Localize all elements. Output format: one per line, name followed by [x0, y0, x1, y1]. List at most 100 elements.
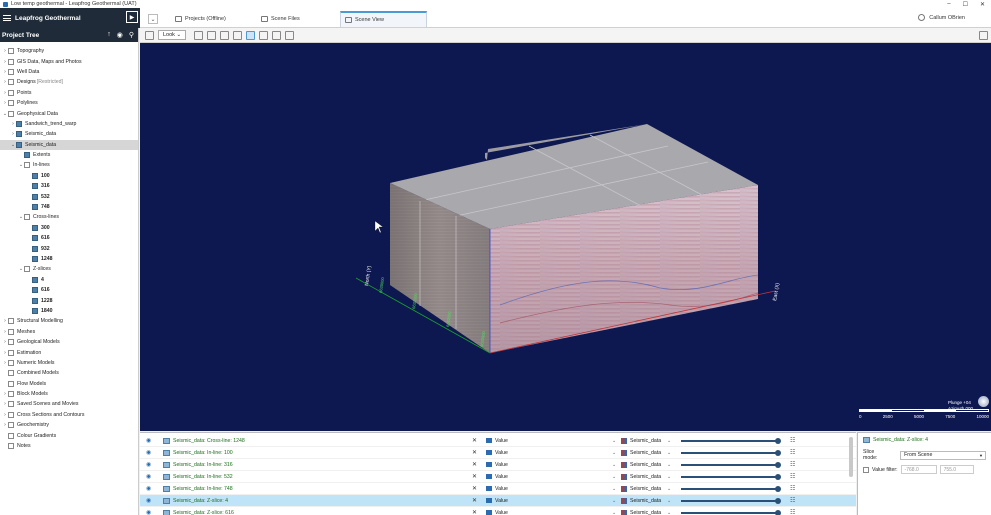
colourmap-select[interactable]: Seismic_data [621, 485, 661, 492]
tree-item[interactable]: › Meshes [0, 327, 138, 337]
slider-handle[interactable] [775, 498, 781, 504]
eye-icon[interactable]: ◉ [146, 497, 151, 504]
slice-mode-select[interactable]: From Scene ▼ [900, 450, 986, 460]
grid-settings-icon[interactable]: ☷ [790, 485, 795, 492]
compass-icon[interactable] [978, 396, 989, 407]
value-filter-checkbox[interactable] [863, 466, 869, 473]
colourmap-select[interactable]: Seismic_data [621, 449, 661, 456]
tree-item[interactable]: 532 [0, 191, 138, 201]
tree-item[interactable]: Notes [0, 441, 138, 451]
slider-handle[interactable] [775, 510, 781, 515]
pause-icon[interactable]: ◉ [117, 31, 123, 39]
property-select[interactable]: Value [486, 450, 508, 456]
chevron-down-icon[interactable]: ⌄ [612, 498, 616, 504]
chevron-down-icon[interactable]: ⌄ [667, 450, 671, 456]
chevron-down-icon[interactable]: ⌄ [667, 510, 671, 515]
slider-handle[interactable] [775, 462, 781, 468]
property-select[interactable]: Value [486, 462, 508, 468]
tree-item[interactable]: › Polylines [0, 98, 138, 108]
tree-item[interactable]: Colour Gradients [0, 430, 138, 440]
eye-icon[interactable]: ◉ [146, 437, 151, 444]
property-select[interactable]: Value [486, 510, 508, 515]
tab-projects[interactable]: Projects (Offline) [172, 11, 264, 27]
colourmap-select[interactable]: Seismic_data [621, 473, 661, 480]
tree-item[interactable]: 100 [0, 171, 138, 181]
chevron-down-icon[interactable]: ⌄ [612, 450, 616, 456]
tree-item[interactable]: › Geological Models [0, 337, 138, 347]
eye-icon[interactable]: ◉ [146, 449, 151, 456]
chevron-down-icon[interactable]: ⌄ [667, 438, 671, 444]
search-icon[interactable]: ⚲ [129, 31, 134, 39]
tree-item[interactable]: › Saved Scenes and Movies [0, 399, 138, 409]
remove-icon[interactable]: ✕ [472, 497, 477, 504]
colourmap-select[interactable]: Seismic_data [621, 437, 661, 444]
tree-item[interactable]: › Structural Modelling [0, 316, 138, 326]
grid-settings-icon[interactable]: ☷ [790, 449, 795, 456]
property-select[interactable]: Value [486, 486, 508, 492]
chevron-down-icon[interactable]: ⌄ [612, 510, 616, 515]
refresh-icon[interactable] [272, 30, 282, 40]
tree-item[interactable]: › Numeric Models [0, 358, 138, 368]
shape-row[interactable]: ◉ Seismic_data: In-line: 748 ✕ Value ⌄ Seismi… [140, 483, 856, 495]
grid-settings-icon[interactable]: ☷ [790, 497, 795, 504]
shape-row[interactable]: ◉ Seismic_data: Z-slice: 616 ✕ Value ⌄ Seismi… [140, 507, 856, 515]
chevron-down-icon[interactable]: ⌄ [612, 486, 616, 492]
grid-settings-icon[interactable]: ☷ [790, 473, 795, 480]
chevron-down-icon[interactable]: ⌄ [667, 462, 671, 468]
chevron-down-icon[interactable]: ⌄ [612, 474, 616, 480]
chevron-down-icon[interactable]: ⌄ [667, 474, 671, 480]
shape-row[interactable]: ◉ Seismic_data: In-line: 100 ✕ Value ⌄ Seismi… [140, 447, 856, 459]
remove-icon[interactable]: ✕ [472, 485, 477, 492]
draw-icon[interactable] [207, 30, 217, 40]
colourmap-select[interactable]: Seismic_data [621, 461, 661, 468]
tree-item[interactable]: 1840 [0, 306, 138, 316]
minimize-button[interactable]: – [947, 1, 950, 8]
transparency-slider[interactable] [681, 500, 778, 502]
slice-icon[interactable] [220, 30, 230, 40]
tree-item[interactable]: Flow Models [0, 379, 138, 389]
tree-item[interactable]: › Designs [Restricted] [0, 77, 138, 87]
filter-min-input[interactable]: -768.0 [900, 465, 937, 474]
tree-item[interactable]: 4 [0, 275, 138, 285]
tree-item[interactable]: Extents [0, 150, 138, 160]
tree-item[interactable]: ⌄ Geophysical Data [0, 108, 138, 118]
transparency-slider[interactable] [681, 488, 778, 490]
filter-max-input[interactable]: 755.0 [939, 465, 974, 474]
colourmap-select[interactable]: Seismic_data [621, 497, 661, 504]
slider-handle[interactable] [775, 474, 781, 480]
shape-row[interactable]: ◉ Seismic_data: In-line: 316 ✕ Value ⌄ Seismi… [140, 459, 856, 471]
tree-item[interactable]: ⌄ Cross-lines [0, 212, 138, 222]
remove-icon[interactable]: ✕ [472, 461, 477, 468]
rotate-icon[interactable] [194, 30, 204, 40]
tree-item[interactable]: Combined Models [0, 368, 138, 378]
property-select[interactable]: Value [486, 438, 508, 444]
maximize-button[interactable]: ☐ [963, 1, 968, 8]
shape-row[interactable]: ◉ Seismic_data: Cross-line: 1248 ✕ Value ⌄ Se… [140, 435, 856, 447]
tree-item[interactable]: ⌄ Seismic_data [0, 139, 138, 150]
grid-settings-icon[interactable]: ☷ [790, 437, 795, 444]
slider-handle[interactable] [775, 450, 781, 456]
tree-item[interactable]: › GIS Data, Maps and Photos [0, 56, 138, 66]
upload-icon[interactable]: ↑ [107, 31, 111, 39]
transparency-slider[interactable] [681, 512, 778, 514]
tree-item[interactable]: 316 [0, 181, 138, 191]
tree-item[interactable]: 932 [0, 243, 138, 253]
chevron-down-icon[interactable]: ⌄ [667, 498, 671, 504]
view-menu-icon[interactable] [145, 30, 154, 40]
remove-icon[interactable]: ✕ [472, 509, 477, 515]
select-pointer-icon[interactable] [246, 30, 256, 40]
tab-scene-view[interactable]: Scene View [340, 11, 427, 27]
tree-item[interactable]: › Cross Sections and Contours [0, 410, 138, 420]
tree-item[interactable]: 616 [0, 233, 138, 243]
tree-item[interactable]: › Sandwich_trend_warp [0, 119, 138, 129]
shape-row[interactable]: ◉ Seismic_data: In-line: 532 ✕ Value ⌄ Seismi… [140, 471, 856, 483]
close-window-button[interactable]: ✕ [980, 1, 985, 8]
hamburger-menu-icon[interactable] [3, 14, 11, 23]
tree-item[interactable]: ⌄ In-lines [0, 160, 138, 170]
eye-icon[interactable]: ◉ [146, 461, 151, 468]
eye-icon[interactable]: ◉ [146, 509, 151, 515]
grid-settings-icon[interactable]: ☷ [790, 461, 795, 468]
slider-handle[interactable] [775, 438, 781, 444]
section-icon[interactable] [233, 30, 243, 40]
tree-item[interactable]: › Points [0, 88, 138, 98]
